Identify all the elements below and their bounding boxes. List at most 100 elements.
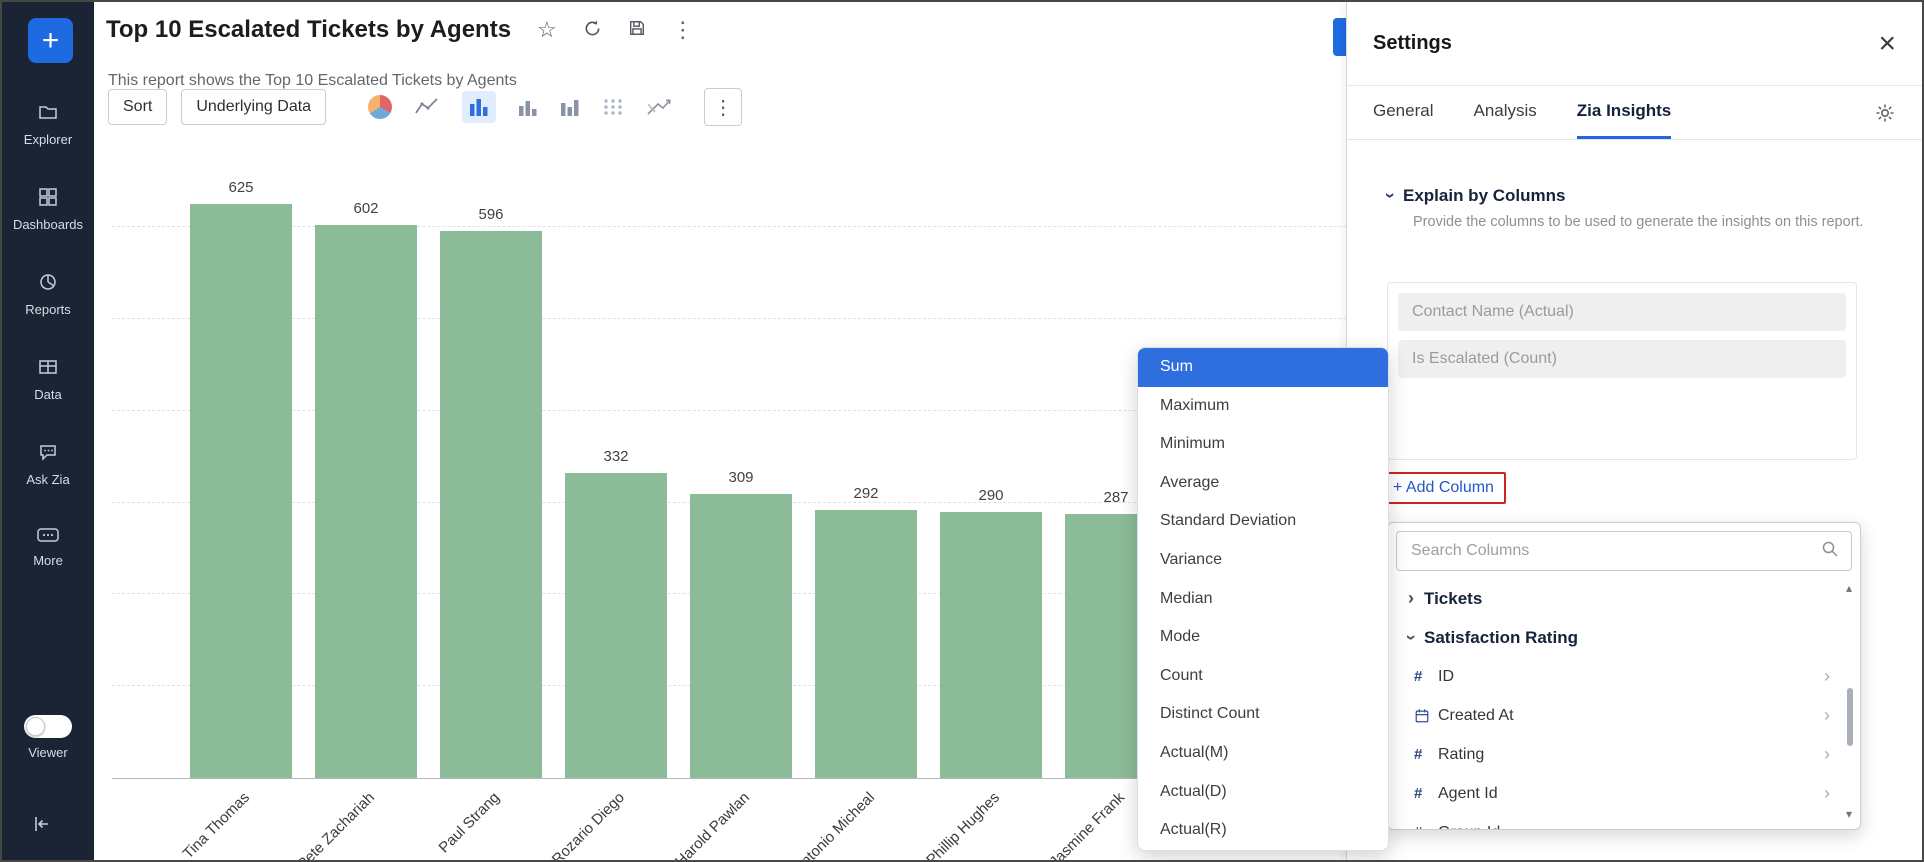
tab-general[interactable]: General [1373,86,1433,139]
bar[interactable] [190,204,292,778]
create-new-button[interactable]: + [28,18,73,63]
sidebar-item-reports[interactable]: Reports [2,272,94,317]
more-options-icon[interactable]: ⋮ [672,19,694,41]
bar-value-label: 596 [440,206,542,223]
gear-icon[interactable] [1874,86,1896,139]
bar-value-label: 332 [565,448,667,465]
explain-by-columns-section-header[interactable]: › Explain by Columns [1387,185,1565,206]
column-picker-dropdown: ›Tickets›Satisfaction Rating#ID›Created … [1387,522,1861,830]
bar[interactable] [440,231,542,778]
number-icon: # [1414,746,1438,763]
chevron-down-icon: › [1401,635,1422,641]
sidebar-item-explorer[interactable]: Explorer [2,102,94,147]
refresh-icon[interactable] [583,19,602,42]
bar-chart-icon-selected[interactable] [462,91,496,123]
scrollbar-thumb[interactable] [1847,688,1853,746]
bar[interactable] [815,510,917,778]
folder-icon [38,102,58,127]
line-chart-icon[interactable] [414,96,440,118]
search-columns-row [1396,531,1852,571]
aggregate-option[interactable]: Actual(M) [1138,734,1388,773]
scatter-chart-icon[interactable] [602,97,624,117]
sort-button[interactable]: Sort [108,89,167,125]
sidebar-item-ask-zia[interactable]: Ask Zia [2,442,94,487]
aggregate-option[interactable]: Average [1138,464,1388,503]
x-axis-label: Harold Pawlan [621,789,753,862]
pie-chart-icon[interactable] [368,95,392,119]
stacked-bar-chart-icon[interactable] [560,98,580,116]
aggregate-option[interactable]: Sum [1138,348,1388,387]
aggregate-option[interactable]: Minimum [1138,425,1388,464]
collapse-sidebar-icon[interactable] [30,814,52,839]
underlying-data-button[interactable]: Underlying Data [181,89,326,125]
chevron-right-icon: › [1824,822,1830,830]
number-icon: # [1414,668,1438,685]
number-icon: # [1414,824,1438,830]
chevron-right-icon: › [1824,666,1830,687]
aggregate-option[interactable]: Variance [1138,541,1388,580]
add-column-highlight-box: + Add Column [1381,472,1506,504]
column-chip[interactable]: Contact Name (Actual) [1398,293,1846,331]
add-column-link[interactable]: + Add Column [1393,479,1494,496]
bar[interactable] [690,494,792,778]
favorite-star-icon[interactable]: ☆ [537,19,557,41]
ellipsis-icon [37,527,59,548]
aggregate-option[interactable]: Maximum [1138,387,1388,426]
aggregate-option[interactable]: Actual(R) [1138,811,1388,850]
aggregate-option[interactable]: Actual(D) [1138,773,1388,812]
bar[interactable] [565,473,667,778]
x-axis-label: Phillip Hughes [871,789,1003,862]
column-row[interactable]: #Rating› [1388,735,1860,774]
tab-zia-insights[interactable]: Zia Insights [1577,86,1671,139]
app-window: + Explorer Dashboards Reports Data Ask Z… [0,0,1924,862]
sidebar-item-data[interactable]: Data [2,357,94,402]
aggregate-option[interactable]: Median [1138,580,1388,619]
column-row[interactable]: Created At› [1388,696,1860,735]
save-icon[interactable] [628,19,646,41]
sidebar-item-label: Dashboards [13,217,83,232]
grid-icon [38,187,58,212]
bar[interactable] [315,225,417,778]
sidebar-item-label: Reports [25,302,71,317]
combo-chart-icon[interactable] [646,96,672,118]
x-axis-label: Paul Strang [371,789,503,862]
x-axis-label: Pete Zachariah [246,789,378,862]
search-icon [1821,540,1839,563]
column-row[interactable]: #ID› [1388,657,1860,696]
chart-type-strip [368,91,672,123]
column-chip[interactable]: Is Escalated (Count) [1398,340,1846,378]
aggregate-option[interactable]: Distinct Count [1138,695,1388,734]
report-title: Top 10 Escalated Tickets by Agents [106,16,511,44]
scroll-down-icon[interactable]: ▾ [1846,807,1852,821]
bar-value-label: 602 [315,200,417,217]
x-axis-label: Tina Thomas [121,789,253,862]
toggle-knob [26,717,45,736]
x-axis-label: Rozario Diego [496,789,628,862]
aggregate-option[interactable]: Standard Deviation [1138,502,1388,541]
chevron-down-icon: › [1380,193,1401,199]
viewer-toggle[interactable] [24,715,72,738]
aggregate-option[interactable]: Count [1138,657,1388,696]
column-group-row[interactable]: ›Tickets [1388,579,1860,618]
column-group-row[interactable]: ›Satisfaction Rating [1388,618,1860,657]
section-description: Provide the columns to be used to genera… [1413,212,1873,232]
sidebar-item-more[interactable]: More [2,527,94,568]
aggregate-option[interactable]: Mode [1138,618,1388,657]
chevron-right-icon: › [1408,588,1414,609]
column-row[interactable]: #Agent Id› [1388,774,1860,813]
settings-tabs: General Analysis Zia Insights [1347,86,1922,140]
selected-columns-box: Contact Name (Actual) Is Escalated (Coun… [1387,282,1857,460]
column-row[interactable]: #Group Id› [1388,813,1860,830]
more-chart-types-button[interactable]: ⋮ [704,88,742,126]
tab-analysis[interactable]: Analysis [1473,86,1536,139]
close-icon[interactable]: × [1878,29,1896,59]
search-columns-input[interactable] [1409,541,1821,561]
scroll-up-icon[interactable]: ▴ [1846,581,1852,595]
chevron-right-icon: › [1824,705,1830,726]
bar-value-label: 292 [815,485,917,502]
sidebar-item-dashboards[interactable]: Dashboards [2,187,94,232]
report-pie-icon [38,272,58,297]
bar[interactable] [940,512,1042,778]
column-chart-icon[interactable] [518,98,538,116]
table-icon [38,357,58,382]
